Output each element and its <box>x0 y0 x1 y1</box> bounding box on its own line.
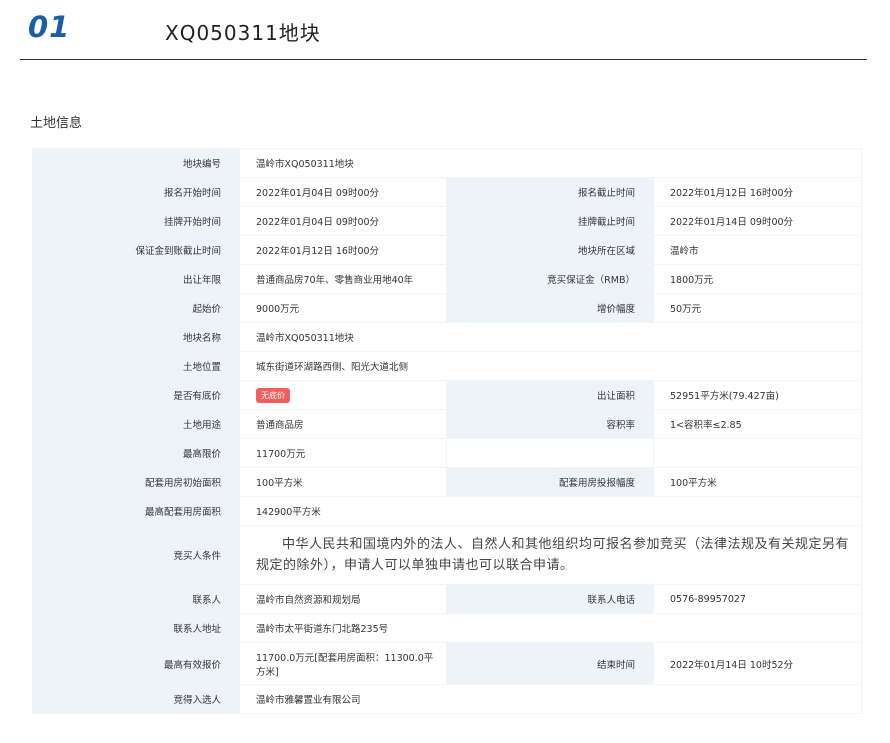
table-row: 保证金到账截止时间 2022年01月12日 16时00分 地块所在区域 温岭市 <box>32 235 863 265</box>
best-bid-label: 最高有效报价 <box>32 642 240 685</box>
increment-label: 增价幅度 <box>446 293 654 323</box>
page-header: 01 XQ050311地块 <box>0 0 890 62</box>
max-price-label: 最高限价 <box>32 438 240 468</box>
listing-end-label: 挂牌截止时间 <box>446 206 654 236</box>
table-row: 起始价 9000万元 增价幅度 50万元 <box>32 293 863 323</box>
deposit-deadline-label: 保证金到账截止时间 <box>32 235 240 265</box>
deposit-deadline-value: 2022年01月12日 16时00分 <box>239 235 447 265</box>
district-label: 地块所在区域 <box>446 235 654 265</box>
table-row: 是否有底价 无底价 出让面积 52951平方米(79.427亩) <box>32 380 863 410</box>
listing-end-value: 2022年01月14日 09时00分 <box>652 206 863 236</box>
reg-end-label: 报名截止时间 <box>446 177 654 207</box>
listing-start-label: 挂牌开始时间 <box>32 206 240 236</box>
housing-max-label: 最高配套用房面积 <box>32 496 240 526</box>
district-value: 温岭市 <box>652 235 863 265</box>
table-row: 地块名称 温岭市XQ050311地块 <box>32 322 863 352</box>
housing-step-value: 100平方米 <box>652 467 863 497</box>
start-price-value: 9000万元 <box>239 293 447 323</box>
plot-code-label: 地块编号 <box>32 148 240 178</box>
end-time-value: 2022年01月14日 10时52分 <box>652 642 863 685</box>
table-row: 配套用房初始面积 100平方米 配套用房投报幅度 100平方米 <box>32 467 863 497</box>
reserve-label: 是否有底价 <box>32 380 240 410</box>
table-row: 最高限价 11700万元 <box>32 438 863 468</box>
area-label: 出让面积 <box>446 380 654 410</box>
table-row: 联系人地址 温岭市太平街道东门北路235号 <box>32 613 863 643</box>
table-row: 土地用途 普通商品房 容积率 1<容积率≤2.85 <box>32 409 863 439</box>
section-number: 01 <box>28 10 71 44</box>
reg-start-value: 2022年01月04日 09时00分 <box>239 177 447 207</box>
contact-value: 温岭市自然资源和规划局 <box>239 584 447 614</box>
far-label: 容积率 <box>446 409 654 439</box>
reserve-cell: 无底价 <box>239 380 447 410</box>
table-row: 最高配套用房面积 142900平方米 <box>32 496 863 526</box>
land-info-table: 地块编号 温岭市XQ050311地块 报名开始时间 2022年01月04日 09… <box>32 148 863 714</box>
conditions-label: 竞买人条件 <box>32 525 240 585</box>
header-divider <box>20 59 867 60</box>
reg-end-value: 2022年01月12日 16时00分 <box>652 177 863 207</box>
address-label: 联系人地址 <box>32 613 240 643</box>
location-label: 土地位置 <box>32 351 240 381</box>
table-row: 竞买人条件 中华人民共和国境内外的法人、自然人和其他组织均可报名参加竞买（法律法… <box>32 525 863 585</box>
best-bid-value: 11700.0万元[配套用房面积：11300.0平方米] <box>239 642 447 685</box>
housing-initial-label: 配套用房初始面积 <box>32 467 240 497</box>
deposit-value: 1800万元 <box>652 264 863 294</box>
address-value: 温岭市太平街道东门北路235号 <box>238 613 863 643</box>
table-row: 挂牌开始时间 2022年01月04日 09时00分 挂牌截止时间 2022年01… <box>32 206 863 236</box>
winner-label: 竞得入选人 <box>32 684 240 714</box>
contact-label: 联系人 <box>32 584 240 614</box>
listing-start-value: 2022年01月04日 09时00分 <box>239 206 447 236</box>
housing-initial-value: 100平方米 <box>239 467 447 497</box>
usage-value: 普通商品房 <box>239 409 447 439</box>
table-row: 竞得入选人 温岭市雅馨置业有限公司 <box>32 684 863 714</box>
term-label: 出让年限 <box>32 264 240 294</box>
location-value: 城东街道环湖路西侧、阳光大道北侧 <box>238 351 863 381</box>
usage-label: 土地用途 <box>32 409 240 439</box>
housing-step-label: 配套用房投报幅度 <box>446 467 654 497</box>
reserve-badge: 无底价 <box>256 387 290 403</box>
table-row: 出让年限 普通商品房70年、零售商业用地40年 竞买保证金（RMB） 1800万… <box>32 264 863 294</box>
table-row: 地块编号 温岭市XQ050311地块 <box>32 148 863 178</box>
plot-name-value: 温岭市XQ050311地块 <box>238 322 863 352</box>
empty-cell <box>652 438 863 468</box>
phone-value: 0576-89957027 <box>652 584 863 614</box>
table-row: 联系人 温岭市自然资源和规划局 联系人电话 0576-89957027 <box>32 584 863 614</box>
end-time-label: 结束时间 <box>446 642 654 685</box>
page-title: XQ050311地块 <box>165 21 321 45</box>
far-value: 1<容积率≤2.85 <box>652 409 863 439</box>
phone-label: 联系人电话 <box>446 584 654 614</box>
table-row: 最高有效报价 11700.0万元[配套用房面积：11300.0平方米] 结束时间… <box>32 642 863 685</box>
plot-code-value: 温岭市XQ050311地块 <box>238 148 863 178</box>
housing-max-value: 142900平方米 <box>238 496 863 526</box>
table-row: 土地位置 城东街道环湖路西侧、阳光大道北侧 <box>32 351 863 381</box>
conditions-value: 中华人民共和国境内外的法人、自然人和其他组织均可报名参加竞买（法律法规及有关规定… <box>238 525 863 585</box>
increment-value: 50万元 <box>652 293 863 323</box>
term-value: 普通商品房70年、零售商业用地40年 <box>239 264 447 294</box>
area-value: 52951平方米(79.427亩) <box>652 380 863 410</box>
reg-start-label: 报名开始时间 <box>32 177 240 207</box>
winner-value: 温岭市雅馨置业有限公司 <box>238 684 863 714</box>
deposit-label: 竞买保证金（RMB） <box>446 264 654 294</box>
plot-name-label: 地块名称 <box>32 322 240 352</box>
max-price-value: 11700万元 <box>239 438 447 468</box>
start-price-label: 起始价 <box>32 293 240 323</box>
section-title: 土地信息 <box>30 116 83 131</box>
empty-cell <box>446 438 654 468</box>
table-row: 报名开始时间 2022年01月04日 09时00分 报名截止时间 2022年01… <box>32 177 863 207</box>
